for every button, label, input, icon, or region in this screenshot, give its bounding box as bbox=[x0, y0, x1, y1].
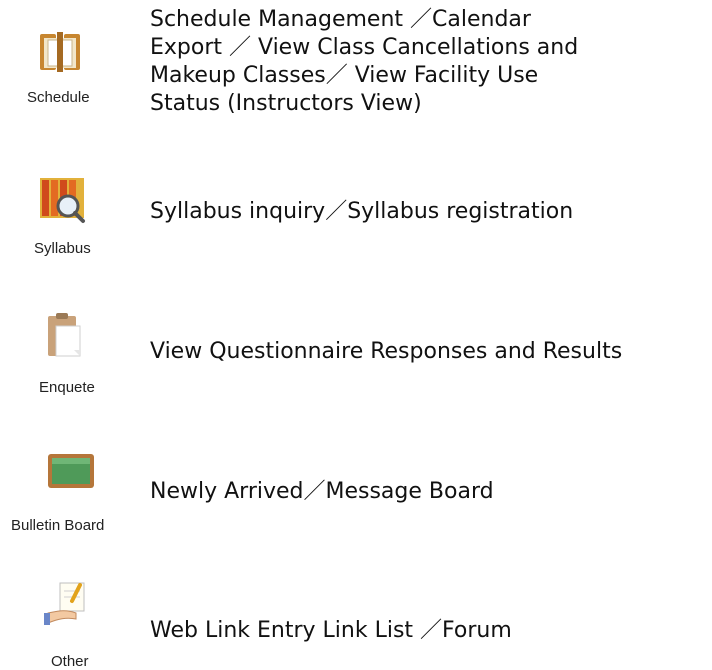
schedule-description-line: Export ／ View Class Cancellations and bbox=[150, 35, 579, 60]
schedule-description-line: Schedule Management ／Calendar bbox=[150, 7, 531, 32]
schedule-folder-icon[interactable] bbox=[34, 26, 86, 78]
menu-item-enquete[interactable]: Enquete View Questionnaire Responses and… bbox=[0, 300, 712, 410]
schedule-description-line: Status (Instructors View) bbox=[150, 91, 422, 116]
other-hand-note-icon[interactable] bbox=[42, 579, 94, 631]
syllabus-description[interactable]: Syllabus inquiry／Syllabus registration bbox=[150, 198, 573, 226]
bulletin-board-chalkboard-icon[interactable] bbox=[44, 446, 96, 498]
menu-item-other[interactable]: Other Web Link Entry Link List ／Forum bbox=[0, 575, 712, 670]
syllabus-icon-label: Syllabus bbox=[34, 240, 91, 257]
menu-item-bulletin-board[interactable]: Bulletin Board Newly Arrived／Message Boa… bbox=[0, 440, 712, 550]
schedule-description-line: Makeup Classes／ View Facility Use bbox=[150, 63, 539, 88]
enquete-description[interactable]: View Questionnaire Responses and Results bbox=[150, 338, 622, 366]
menu-item-syllabus[interactable]: Syllabus Syllabus inquiry／Syllabus regis… bbox=[0, 165, 712, 275]
enquete-icon-label: Enquete bbox=[39, 379, 95, 396]
syllabus-books-magnifier-icon[interactable] bbox=[36, 174, 88, 226]
bulletin-board-icon-label: Bulletin Board bbox=[11, 517, 105, 534]
bulletin-board-description[interactable]: Newly Arrived／Message Board bbox=[150, 478, 494, 506]
other-icon-label: Other bbox=[51, 653, 89, 670]
schedule-icon-label: Schedule bbox=[27, 89, 90, 106]
other-description[interactable]: Web Link Entry Link List ／Forum bbox=[150, 617, 512, 645]
enquete-clipboard-icon[interactable] bbox=[38, 310, 90, 362]
schedule-description[interactable]: Schedule Management ／Calendar Export ／ V… bbox=[150, 6, 578, 118]
menu-item-schedule[interactable]: Schedule Schedule Management ／Calendar E… bbox=[0, 0, 712, 140]
